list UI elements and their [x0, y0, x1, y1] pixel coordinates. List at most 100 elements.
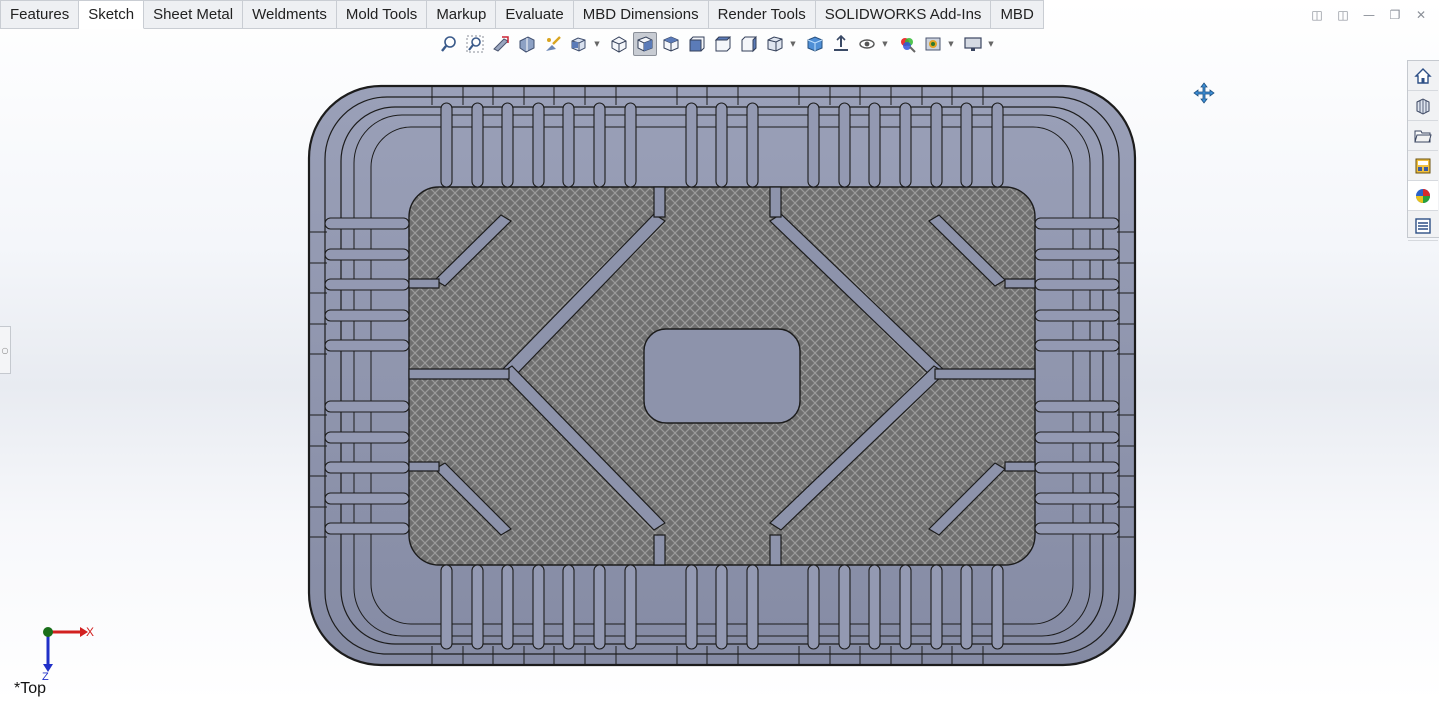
- close-icon[interactable]: ✕: [1411, 6, 1431, 24]
- tab-mbd-dimensions[interactable]: MBD Dimensions: [573, 0, 709, 29]
- tab-evaluate[interactable]: Evaluate: [496, 0, 574, 29]
- previous-view-icon[interactable]: [489, 32, 513, 56]
- rib-slot: [593, 564, 606, 650]
- trimetric-view-icon[interactable]: [633, 32, 657, 56]
- tab-mold-tools[interactable]: Mold Tools: [336, 0, 428, 29]
- rib-slot: [746, 564, 759, 650]
- design-library-icon[interactable]: [1408, 91, 1438, 121]
- rib-slot: [807, 102, 820, 188]
- tab-sketch[interactable]: Sketch: [79, 0, 145, 29]
- rib-slot: [324, 339, 410, 352]
- edit-appearance-icon[interactable]: [855, 32, 879, 56]
- rib-slot: [838, 102, 851, 188]
- rib-slot: [685, 102, 698, 188]
- tray-model[interactable]: [305, 83, 1139, 669]
- view-palette-icon[interactable]: [1408, 151, 1438, 181]
- rib-slot: [1034, 431, 1120, 444]
- triad-x-label: X: [86, 625, 94, 639]
- rib-slot: [1034, 278, 1120, 291]
- rib-slot: [324, 461, 410, 474]
- rib-slot: [868, 102, 881, 188]
- rib-slot: [1034, 248, 1120, 261]
- rib-slot: [685, 564, 698, 650]
- heads-up-view-toolbar: ▼ ▼ ▼ ▼ ▼: [437, 32, 999, 56]
- reference-triad: X Z: [30, 620, 100, 683]
- rib-slot: [930, 102, 943, 188]
- top-view-icon[interactable]: [711, 32, 735, 56]
- isometric-view-icon[interactable]: [607, 32, 631, 56]
- rib-slot: [324, 309, 410, 322]
- custom-properties-icon[interactable]: [1408, 211, 1438, 241]
- display-style-dropdown-icon[interactable]: ▼: [789, 40, 797, 48]
- feature-manager-collapse-handle[interactable]: ○: [0, 326, 11, 374]
- rib-slot: [532, 102, 545, 188]
- rib-slot: [715, 564, 728, 650]
- rib-slot: [324, 400, 410, 413]
- rib-slot: [899, 564, 912, 650]
- file-explorer-icon[interactable]: [1408, 121, 1438, 151]
- rib-slot: [501, 102, 514, 188]
- rib-slot: [991, 564, 1004, 650]
- rib-slot: [324, 278, 410, 291]
- tab-solidworks-add-ins[interactable]: SOLIDWORKS Add-Ins: [815, 0, 992, 29]
- dimetric-view-icon[interactable]: [659, 32, 683, 56]
- view-settings-icon[interactable]: [961, 32, 985, 56]
- rib-slot: [838, 564, 851, 650]
- zoom-to-area-icon[interactable]: [463, 32, 487, 56]
- rib-slot: [1034, 522, 1120, 535]
- rib-slot: [1034, 461, 1120, 474]
- restore-icon[interactable]: ❐: [1385, 6, 1405, 24]
- rib-slot: [624, 102, 637, 188]
- rib-slot: [440, 564, 453, 650]
- rib-slot: [501, 564, 514, 650]
- view-settings-dropdown-icon[interactable]: ▼: [987, 40, 995, 48]
- center-boss: [643, 328, 801, 424]
- rib-slot: [1034, 217, 1120, 230]
- move-icon[interactable]: [1192, 81, 1216, 105]
- rib-slot: [324, 248, 410, 261]
- tab-markup[interactable]: Markup: [427, 0, 497, 29]
- solidworks-resources-icon[interactable]: [1408, 61, 1438, 91]
- rib-slot: [1034, 400, 1120, 413]
- rib-slot: [324, 431, 410, 444]
- rib-slot: [960, 102, 973, 188]
- rib-slot: [960, 564, 973, 650]
- zoom-to-fit-icon[interactable]: [437, 32, 461, 56]
- rib-slot: [562, 564, 575, 650]
- tab-weldments[interactable]: Weldments: [243, 0, 337, 29]
- tab-features[interactable]: Features: [0, 0, 80, 29]
- tile-left-icon[interactable]: ◫: [1307, 6, 1327, 24]
- hide-show-dropdown-icon[interactable]: ▼: [881, 40, 889, 48]
- apply-scene-icon[interactable]: [895, 32, 919, 56]
- hide-show-items-icon[interactable]: [829, 32, 853, 56]
- view-name-label: *Top: [14, 680, 47, 697]
- tab-render-tools[interactable]: Render Tools: [708, 0, 816, 29]
- shaded-icon[interactable]: [803, 32, 827, 56]
- right-view-icon[interactable]: [737, 32, 761, 56]
- scene-dropdown-icon[interactable]: ▼: [947, 40, 955, 48]
- task-pane: [1407, 60, 1439, 241]
- view-orientation-dropdown-icon[interactable]: ▼: [593, 40, 601, 48]
- display-style-icon[interactable]: [763, 32, 787, 56]
- tab-mbd[interactable]: MBD: [991, 0, 1044, 29]
- rib-slot: [715, 102, 728, 188]
- tab-sheet-metal[interactable]: Sheet Metal: [144, 0, 244, 29]
- rib-slot: [471, 564, 484, 650]
- dynamic-annotation-icon[interactable]: [541, 32, 565, 56]
- view-orientation-icon[interactable]: [567, 32, 591, 56]
- rib-slot: [440, 102, 453, 188]
- minimize-icon[interactable]: —: [1359, 6, 1379, 24]
- section-view-icon[interactable]: [515, 32, 539, 56]
- rib-slot: [471, 102, 484, 188]
- window-controls: ◫ ◫ — ❐ ✕: [1307, 6, 1431, 24]
- rib-slot: [532, 564, 545, 650]
- tile-right-icon[interactable]: ◫: [1333, 6, 1353, 24]
- rib-slot: [324, 217, 410, 230]
- command-manager-tabs: Features Sketch Sheet Metal Weldments Mold T…: [0, 0, 1044, 29]
- front-view-icon[interactable]: [685, 32, 709, 56]
- appearances-icon[interactable]: [1408, 181, 1438, 211]
- rib-slot: [593, 102, 606, 188]
- rib-slot: [562, 102, 575, 188]
- scene-icon[interactable]: [921, 32, 945, 56]
- rib-slot: [324, 522, 410, 535]
